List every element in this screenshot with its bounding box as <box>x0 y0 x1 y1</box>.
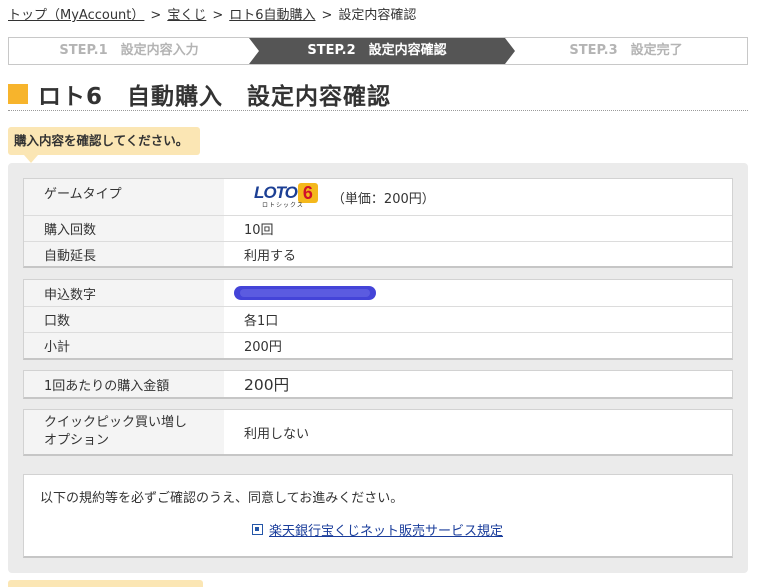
table-row: 申込数字 <box>24 280 732 306</box>
auto-extension-label: 自動延長 <box>24 242 224 266</box>
breadcrumb-separator: > <box>150 8 162 23</box>
quickpick-label-line1: クイックピック買い増し <box>44 415 188 430</box>
per-draw-amount-label: 1回あたりの購入金額 <box>24 371 224 397</box>
per-draw-table: 1回あたりの購入金額 200円 <box>23 370 733 399</box>
breadcrumb: トップ（MyAccount） > 宝くじ > ロト6自動購入 > 設定内容確認 <box>8 4 416 23</box>
units-value: 各1口 <box>244 314 279 329</box>
confirmation-panel: ゲームタイプ LOTO 6 ロトシックス （単価：200円） 購入回数 10回 自… <box>8 163 748 573</box>
page-title: ロト6 自動購入 設定内容確認 <box>38 84 392 110</box>
auto-extension-value: 利用する <box>244 248 297 264</box>
next-notice-strip <box>8 580 203 587</box>
page-title-bar: ロト6 自動購入 設定内容確認 <box>8 77 748 111</box>
step-1-label: STEP.1 設定内容入力 <box>59 43 199 58</box>
subtotal-label: 小計 <box>24 333 224 358</box>
step-2-label: STEP.2 設定内容確認 <box>307 43 447 58</box>
step-2: STEP.2 設定内容確認 <box>249 38 505 64</box>
breadcrumb-home-link[interactable]: トップ（MyAccount） <box>8 8 144 23</box>
game-type-value: LOTO 6 ロトシックス （単価：200円） <box>224 179 732 215</box>
external-link-icon <box>252 524 263 535</box>
table-row: 1回あたりの購入金額 200円 <box>24 371 732 397</box>
breadcrumb-separator: > <box>212 8 224 23</box>
quickpick-label: クイックピック買い増し オプション <box>24 410 224 454</box>
quickpick-table: クイックピック買い増し オプション 利用しない <box>23 409 733 456</box>
breadcrumb-separator: > <box>321 8 333 23</box>
table-row: 口数 各1口 <box>24 306 732 332</box>
terms-link-row: 楽天銀行宝くじネット販売サービス規定 <box>252 520 503 539</box>
numbers-label: 申込数字 <box>24 280 224 306</box>
units-label: 口数 <box>24 307 224 332</box>
loto6-logo-six: 6 <box>297 183 318 203</box>
table-row: クイックピック買い増し オプション 利用しない <box>24 410 732 454</box>
purchase-count-label: 購入回数 <box>24 216 224 241</box>
table-row: 購入回数 10回 <box>24 215 732 241</box>
terms-link[interactable]: 楽天銀行宝くじネット販売サービス規定 <box>269 520 503 539</box>
loto6-logo-sub: ロトシックス <box>262 202 304 209</box>
square-marker-icon <box>8 84 28 104</box>
notice-balloon-tail <box>24 155 38 163</box>
table-row: 小計 200円 <box>24 332 732 358</box>
step-1: STEP.1 設定内容入力 <box>9 38 249 64</box>
step-3: STEP.3 設定完了 <box>505 38 747 64</box>
step-indicator: STEP.1 設定内容入力 STEP.2 設定内容確認 STEP.3 設定完了 <box>8 37 748 65</box>
breadcrumb-current: 設定内容確認 <box>338 8 417 23</box>
redacted-numbers <box>234 286 376 300</box>
quickpick-value: 利用しない <box>244 426 310 442</box>
terms-box: 以下の規約等を必ずご確認のうえ、同意してお進みください。 楽天銀行宝くじネット販… <box>23 474 733 558</box>
unit-price: （単価：200円） <box>331 191 435 207</box>
numbers-value <box>224 280 732 306</box>
purchase-count-value: 10回 <box>244 223 274 238</box>
table-row: ゲームタイプ LOTO 6 ロトシックス （単価：200円） <box>24 179 732 215</box>
subtotal-value: 200円 <box>244 340 282 355</box>
loto6-logo-text: LOTO <box>254 183 298 202</box>
notice-balloon: 購入内容を確認してください。 <box>8 127 201 155</box>
numbers-table: 申込数字 口数 各1口 小計 200円 <box>23 279 733 360</box>
game-type-label: ゲームタイプ <box>24 179 224 215</box>
loto6-logo: LOTO 6 ロトシックス <box>254 183 318 210</box>
per-draw-amount-value: 200円 <box>244 376 290 394</box>
breadcrumb-loto6-auto-link[interactable]: ロト6自動購入 <box>229 8 315 23</box>
quickpick-label-line2: オプション <box>44 433 110 448</box>
step-3-label: STEP.3 設定完了 <box>569 43 683 58</box>
breadcrumb-takarakuji-link[interactable]: 宝くじ <box>167 8 206 23</box>
table-row: 自動延長 利用する <box>24 241 732 266</box>
purchase-settings-table: ゲームタイプ LOTO 6 ロトシックス （単価：200円） 購入回数 10回 自… <box>23 178 733 268</box>
terms-text: 以下の規約等を必ずご確認のうえ、同意してお進みください。 <box>40 491 404 506</box>
